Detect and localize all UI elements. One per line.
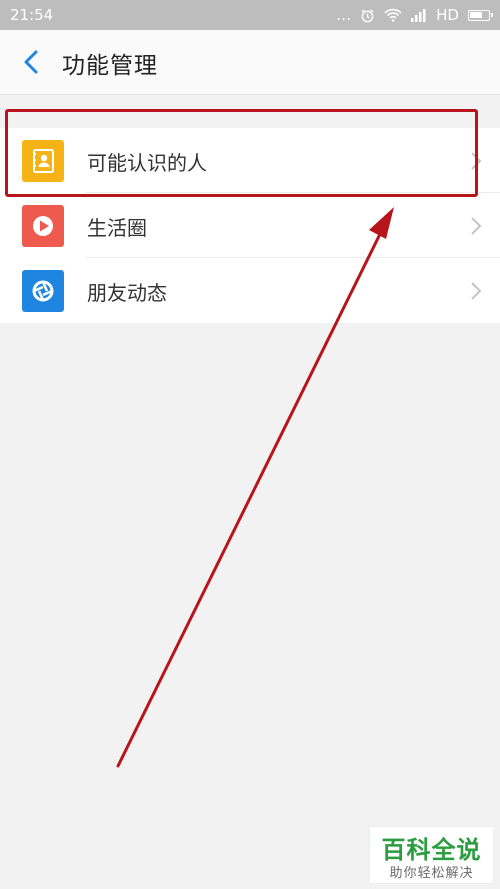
watermark-title: 百科全说 xyxy=(381,836,482,864)
annotation-arrow xyxy=(116,207,394,768)
watermark: 百科全说 助你轻松解决 xyxy=(369,826,494,884)
watermark-subtitle: 助你轻松解决 xyxy=(389,866,474,881)
